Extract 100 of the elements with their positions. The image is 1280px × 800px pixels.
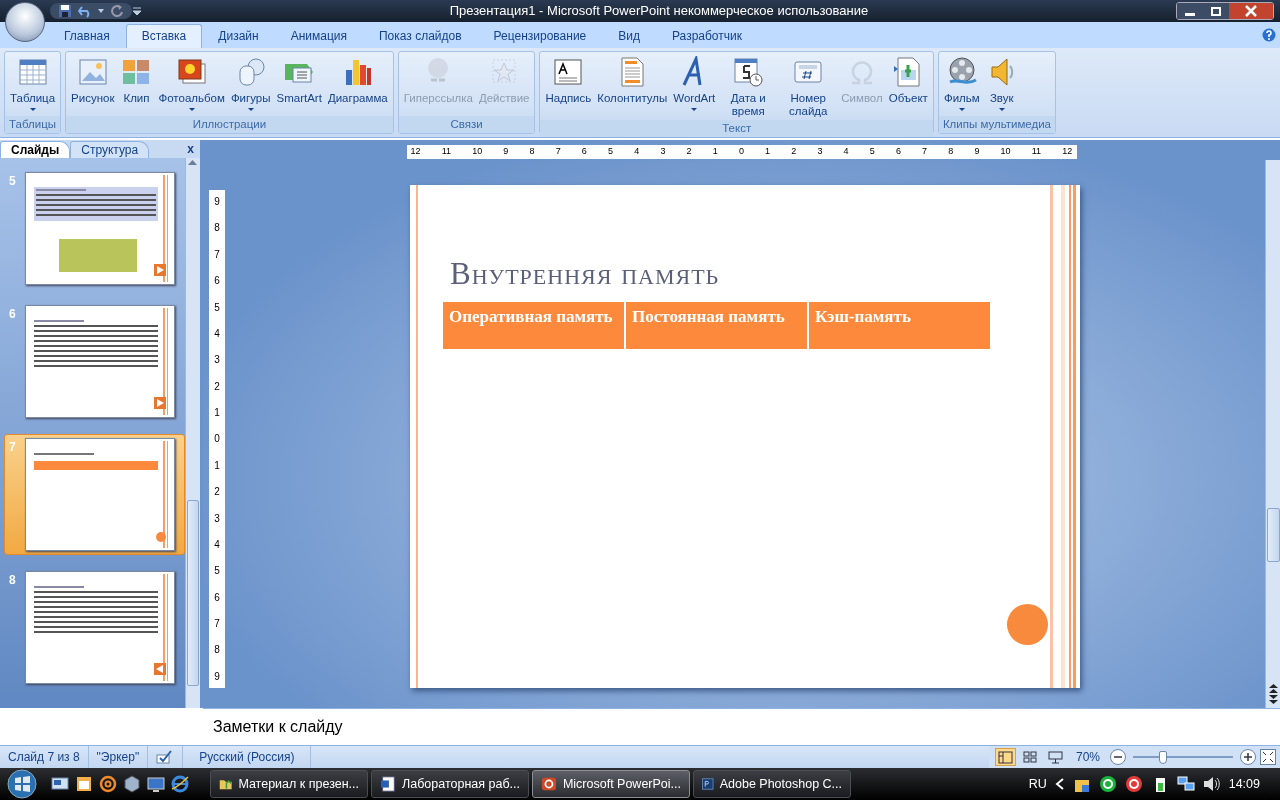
group-label: Иллюстрации <box>66 116 393 133</box>
zoom-in-button[interactable] <box>1240 749 1256 765</box>
slide-thumbnail[interactable] <box>25 172 175 285</box>
previous-arrow-icon[interactable] <box>154 663 166 675</box>
ribbon-button[interactable]: Дата и время <box>718 54 779 120</box>
ruler-number: 10 <box>1000 145 1011 159</box>
slide-thumbnail[interactable] <box>25 305 175 418</box>
circle-icon <box>156 532 166 542</box>
undo-icon[interactable] <box>78 4 92 18</box>
taskbar-button[interactable]: Материал к презен... <box>210 770 368 798</box>
slide-number: 8 <box>9 572 17 589</box>
zoom-percent[interactable]: 70% <box>1069 748 1106 766</box>
window-icon[interactable] <box>75 775 93 793</box>
spell-check-icon[interactable] <box>156 750 175 764</box>
ruler-number: 2 <box>214 485 220 500</box>
ruler-number: 1 <box>712 145 718 159</box>
ruler-number: 5 <box>214 564 220 579</box>
ribbon-button[interactable]: Клип <box>117 54 156 107</box>
chevron-left-icon[interactable] <box>1054 778 1065 790</box>
taskbar-button[interactable]: Adobe Photoshop C... <box>693 770 851 798</box>
zoom-out-button[interactable] <box>1110 749 1126 765</box>
save-icon[interactable] <box>58 4 72 18</box>
next-slide-icon[interactable] <box>1268 695 1278 704</box>
ribbon-tab[interactable]: Вставка <box>125 23 203 48</box>
close-icon[interactable] <box>1229 3 1273 19</box>
ruler-number: 2 <box>214 379 220 394</box>
language-indicator[interactable]: RU <box>1028 774 1047 794</box>
ribbon-button[interactable]: Фотоальбом <box>155 54 228 113</box>
ruler-number: 5 <box>869 145 875 159</box>
previous-slide-icon[interactable] <box>1268 684 1278 693</box>
next-arrow-icon[interactable] <box>154 264 166 276</box>
ruler-number: 8 <box>214 643 220 658</box>
ribbon-button[interactable]: Объект <box>885 54 931 107</box>
scroll-thumb[interactable] <box>187 500 199 686</box>
minus-icon <box>1114 753 1122 761</box>
fit-to-window-icon[interactable] <box>1260 749 1276 765</box>
taskbar-button[interactable]: Microsoft PowerPoi... <box>532 770 690 798</box>
group-label: Клипы мультимедиа <box>938 116 1056 133</box>
ribbon-button[interactable]: WordArt <box>670 54 719 113</box>
ribbon-tab[interactable]: Вид <box>602 23 656 48</box>
slider-thumb[interactable] <box>1159 750 1167 764</box>
ribbon-button[interactable]: Надпись <box>542 54 595 107</box>
customize-caret-icon[interactable] <box>132 6 142 16</box>
ribbon-button[interactable]: Звук <box>982 54 1021 113</box>
ribbon-button[interactable]: Номер слайда <box>778 54 839 120</box>
slide-thumbnail[interactable] <box>25 438 175 551</box>
panel-tab[interactable]: Слайды <box>0 141 71 158</box>
next-arrow-icon[interactable] <box>154 397 166 409</box>
ruler-number: 4 <box>634 145 640 159</box>
ribbon-button[interactable]: Диаграмма <box>324 54 391 107</box>
taskbar-button[interactable]: Лабораторная раб... <box>371 770 529 798</box>
ribbon-button[interactable]: Фигуры <box>227 54 274 113</box>
panel-tab[interactable]: Структура <box>70 141 150 158</box>
volume-icon[interactable] <box>1202 775 1221 793</box>
text-box-icon <box>552 56 585 88</box>
monitor-icon[interactable] <box>147 775 165 793</box>
ribbon-button[interactable]: Таблица <box>7 54 59 113</box>
target-icon[interactable] <box>1124 775 1143 793</box>
ribbon-button[interactable]: Фильм <box>940 54 983 113</box>
slide-number: 7 <box>9 439 17 456</box>
ribbon-tab[interactable]: Анимация <box>274 23 363 48</box>
desktop-icon[interactable] <box>51 775 69 793</box>
slide-show-icon <box>1047 750 1063 764</box>
slide-thumbnail[interactable] <box>25 571 175 684</box>
ruler-number: 1 <box>765 145 771 159</box>
ruler-number: 7 <box>214 617 220 631</box>
normal-view-icon <box>997 750 1013 764</box>
ruler-number: 12 <box>1062 145 1073 159</box>
restore-icon[interactable] <box>1203 3 1229 19</box>
ribbon-tab[interactable]: Дизайн <box>202 23 275 48</box>
ribbon-button[interactable]: Колонтитулы <box>594 54 671 107</box>
notes-placeholder[interactable]: Заметки к слайду <box>213 715 343 739</box>
caret-icon[interactable] <box>98 8 104 14</box>
scroll-thumb[interactable] <box>1266 508 1280 562</box>
minimize-icon[interactable] <box>1177 3 1203 19</box>
ruler-number: 10 <box>472 145 483 159</box>
ribbon-tab[interactable]: Главная <box>48 23 126 48</box>
view-button[interactable] <box>994 748 1016 766</box>
ribbon-tab[interactable]: Показ слайдов <box>363 23 478 48</box>
ruler-number: 8 <box>214 221 220 236</box>
slide-number: 5 <box>9 173 17 190</box>
ruler-number: 4 <box>214 326 220 341</box>
close-button[interactable]: x <box>187 142 194 156</box>
scrollbar[interactable] <box>1265 160 1280 708</box>
ribbon-tab[interactable]: Рецензирование <box>477 23 603 48</box>
ruler-number: 11 <box>1031 145 1042 159</box>
clock[interactable]: 14:09 <box>1228 774 1260 794</box>
ribbon-button[interactable]: SmartArt <box>273 54 325 107</box>
redo-icon[interactable] <box>110 4 124 18</box>
help-icon[interactable] <box>1262 28 1276 42</box>
ribbon-button[interactable]: Рисунок <box>68 54 118 107</box>
start-button-icon[interactable] <box>7 769 37 799</box>
ruler-number: 4 <box>843 145 849 159</box>
ribbon-tab[interactable]: Разработчик <box>656 23 758 48</box>
slide-title[interactable]: Внутренняя память <box>450 251 720 298</box>
cube-icon[interactable] <box>123 775 141 793</box>
ruler-number: 9 <box>214 669 220 684</box>
network-icon[interactable] <box>1176 775 1195 793</box>
scrollbar[interactable] <box>185 158 200 708</box>
ruler-number: 9 <box>974 145 980 159</box>
